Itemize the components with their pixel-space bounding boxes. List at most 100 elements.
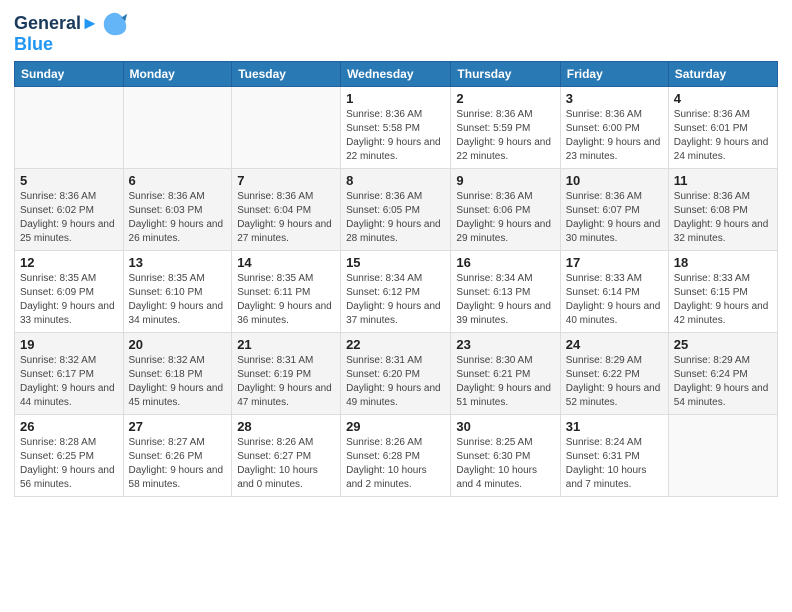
day-number: 13 [129,255,227,270]
day-info: Sunrise: 8:24 AM Sunset: 6:31 PM Dayligh… [566,436,663,492]
logo-icon [101,10,129,38]
day-info: Sunrise: 8:26 AM Sunset: 6:27 PM Dayligh… [237,436,335,492]
calendar-cell: 4 Sunrise: 8:36 AM Sunset: 6:01 PM Daylig… [668,87,777,169]
calendar-week-1: 1 Sunrise: 8:36 AM Sunset: 5:58 PM Daylig… [15,87,778,169]
day-number: 20 [129,337,227,352]
weekday-header-saturday: Saturday [668,62,777,87]
day-info: Sunrise: 8:31 AM Sunset: 6:19 PM Dayligh… [237,354,335,410]
calendar-cell: 21 Sunrise: 8:31 AM Sunset: 6:19 PM Dayli… [232,333,341,415]
day-number: 3 [566,91,663,106]
day-number: 4 [674,91,772,106]
day-number: 10 [566,173,663,188]
day-number: 25 [674,337,772,352]
calendar-cell: 8 Sunrise: 8:36 AM Sunset: 6:05 PM Daylig… [341,169,451,251]
day-info: Sunrise: 8:28 AM Sunset: 6:25 PM Dayligh… [20,436,118,492]
day-number: 23 [456,337,554,352]
day-number: 30 [456,419,554,434]
day-number: 26 [20,419,118,434]
day-number: 15 [346,255,445,270]
day-info: Sunrise: 8:33 AM Sunset: 6:14 PM Dayligh… [566,272,663,328]
day-number: 21 [237,337,335,352]
calendar-cell [668,415,777,497]
day-info: Sunrise: 8:36 AM Sunset: 6:04 PM Dayligh… [237,190,335,246]
day-number: 18 [674,255,772,270]
day-info: Sunrise: 8:30 AM Sunset: 6:21 PM Dayligh… [456,354,554,410]
day-number: 17 [566,255,663,270]
calendar-cell: 26 Sunrise: 8:28 AM Sunset: 6:25 PM Dayli… [15,415,124,497]
weekday-header-friday: Friday [560,62,668,87]
weekday-header-sunday: Sunday [15,62,124,87]
calendar-week-2: 5 Sunrise: 8:36 AM Sunset: 6:02 PM Daylig… [15,169,778,251]
calendar-cell: 22 Sunrise: 8:31 AM Sunset: 6:20 PM Dayli… [341,333,451,415]
calendar-cell [232,87,341,169]
day-number: 29 [346,419,445,434]
calendar-cell: 14Sunrise: 8:35 AM Sunset: 6:11 PM Dayli… [232,251,341,333]
day-info: Sunrise: 8:36 AM Sunset: 6:01 PM Dayligh… [674,108,772,164]
day-info: Sunrise: 8:34 AM Sunset: 6:13 PM Dayligh… [456,272,554,328]
calendar-cell: 2Sunrise: 8:36 AM Sunset: 5:59 PM Daylig… [451,87,560,169]
page-container: General► Blue SundayMondayTuesdayWednesd… [0,0,792,612]
calendar-cell: 11 Sunrise: 8:36 AM Sunset: 6:08 PM Dayli… [668,169,777,251]
day-number: 22 [346,337,445,352]
day-number: 8 [346,173,445,188]
day-info: Sunrise: 8:35 AM Sunset: 6:09 PM Dayligh… [20,272,118,328]
calendar-cell: 19 Sunrise: 8:32 AM Sunset: 6:17 PM Dayli… [15,333,124,415]
day-number: 12 [20,255,118,270]
day-info: Sunrise: 8:36 AM Sunset: 6:06 PM Dayligh… [456,190,554,246]
calendar-cell: 13 Sunrise: 8:35 AM Sunset: 6:10 PM Dayli… [123,251,232,333]
calendar-cell: 16 Sunrise: 8:34 AM Sunset: 6:13 PM Dayli… [451,251,560,333]
day-number: 7 [237,173,335,188]
calendar-cell: 7 Sunrise: 8:36 AM Sunset: 6:04 PM Daylig… [232,169,341,251]
calendar-cell: 12 Sunrise: 8:35 AM Sunset: 6:09 PM Dayli… [15,251,124,333]
day-info: Sunrise: 8:36 AM Sunset: 5:58 PM Dayligh… [346,108,445,164]
calendar-cell: 20Sunrise: 8:32 AM Sunset: 6:18 PM Dayli… [123,333,232,415]
day-info: Sunrise: 8:36 AM Sunset: 6:03 PM Dayligh… [129,190,227,246]
day-info: Sunrise: 8:26 AM Sunset: 6:28 PM Dayligh… [346,436,445,492]
day-number: 31 [566,419,663,434]
day-info: Sunrise: 8:33 AM Sunset: 6:15 PM Dayligh… [674,272,772,328]
day-info: Sunrise: 8:25 AM Sunset: 6:30 PM Dayligh… [456,436,554,492]
day-number: 19 [20,337,118,352]
weekday-header-monday: Monday [123,62,232,87]
calendar-cell: 10Sunrise: 8:36 AM Sunset: 6:07 PM Dayli… [560,169,668,251]
day-info: Sunrise: 8:31 AM Sunset: 6:20 PM Dayligh… [346,354,445,410]
day-info: Sunrise: 8:29 AM Sunset: 6:24 PM Dayligh… [674,354,772,410]
day-number: 5 [20,173,118,188]
day-info: Sunrise: 8:36 AM Sunset: 6:05 PM Dayligh… [346,190,445,246]
calendar-cell: 25 Sunrise: 8:29 AM Sunset: 6:24 PM Dayli… [668,333,777,415]
calendar-week-4: 19 Sunrise: 8:32 AM Sunset: 6:17 PM Dayli… [15,333,778,415]
calendar-cell [15,87,124,169]
day-info: Sunrise: 8:34 AM Sunset: 6:12 PM Dayligh… [346,272,445,328]
day-number: 2 [456,91,554,106]
day-number: 1 [346,91,445,106]
calendar-cell: 29 Sunrise: 8:26 AM Sunset: 6:28 PM Dayli… [341,415,451,497]
day-number: 11 [674,173,772,188]
calendar-week-5: 26 Sunrise: 8:28 AM Sunset: 6:25 PM Dayli… [15,415,778,497]
logo: General► Blue [14,10,129,55]
calendar-cell: 9 Sunrise: 8:36 AM Sunset: 6:06 PM Daylig… [451,169,560,251]
header: General► Blue [14,10,778,55]
day-info: Sunrise: 8:36 AM Sunset: 6:08 PM Dayligh… [674,190,772,246]
day-info: Sunrise: 8:36 AM Sunset: 6:02 PM Dayligh… [20,190,118,246]
day-info: Sunrise: 8:35 AM Sunset: 6:10 PM Dayligh… [129,272,227,328]
calendar-cell: 3Sunrise: 8:36 AM Sunset: 6:00 PM Daylig… [560,87,668,169]
day-info: Sunrise: 8:27 AM Sunset: 6:26 PM Dayligh… [129,436,227,492]
calendar-cell: 27Sunrise: 8:27 AM Sunset: 6:26 PM Dayli… [123,415,232,497]
day-number: 14 [237,255,335,270]
day-number: 24 [566,337,663,352]
calendar-cell: 15 Sunrise: 8:34 AM Sunset: 6:12 PM Dayli… [341,251,451,333]
calendar-week-3: 12 Sunrise: 8:35 AM Sunset: 6:09 PM Dayli… [15,251,778,333]
calendar-table: SundayMondayTuesdayWednesdayThursdayFrid… [14,61,778,497]
calendar-cell: 31 Sunrise: 8:24 AM Sunset: 6:31 PM Dayli… [560,415,668,497]
day-number: 28 [237,419,335,434]
calendar-cell [123,87,232,169]
calendar-cell: 1 Sunrise: 8:36 AM Sunset: 5:58 PM Daylig… [341,87,451,169]
day-info: Sunrise: 8:32 AM Sunset: 6:17 PM Dayligh… [20,354,118,410]
weekday-header-wednesday: Wednesday [341,62,451,87]
calendar-cell: 23 Sunrise: 8:30 AM Sunset: 6:21 PM Dayli… [451,333,560,415]
logo-text: General► [14,14,99,34]
day-number: 16 [456,255,554,270]
weekday-header-tuesday: Tuesday [232,62,341,87]
calendar-cell: 18 Sunrise: 8:33 AM Sunset: 6:15 PM Dayli… [668,251,777,333]
day-number: 9 [456,173,554,188]
